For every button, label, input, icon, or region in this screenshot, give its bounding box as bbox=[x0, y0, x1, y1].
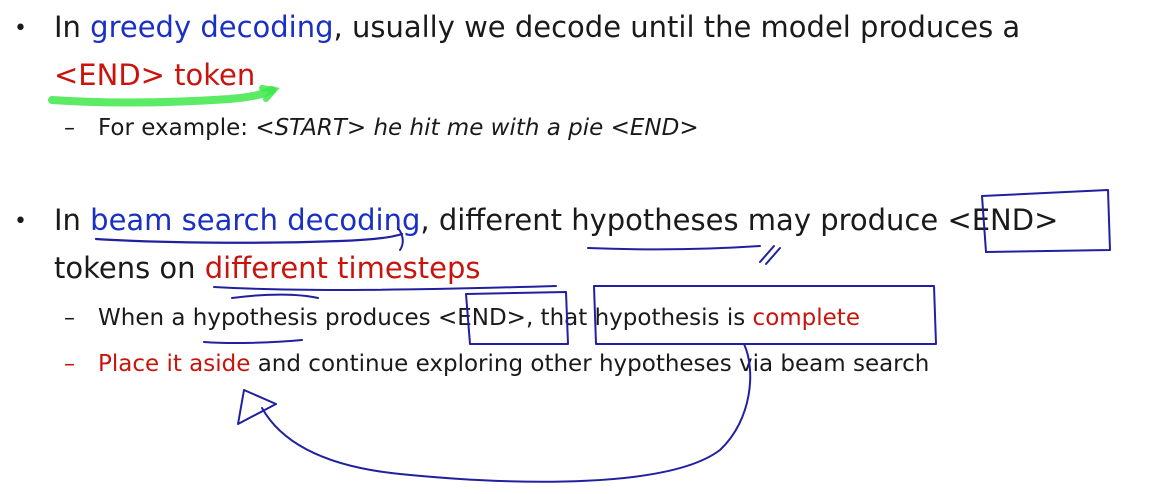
end-token: <END> bbox=[437, 305, 526, 331]
end-token: <END> bbox=[947, 203, 1059, 237]
sub-marker: – bbox=[64, 306, 75, 331]
sub-marker: – bbox=[64, 116, 75, 141]
slide: • In greedy decoding, usually we decode … bbox=[0, 0, 1154, 494]
hypotheses-word: hypotheses bbox=[571, 203, 739, 237]
bullet2-line2: tokens on different timesteps bbox=[54, 251, 481, 285]
bullet2-line1: In beam search decoding, different hypot… bbox=[54, 203, 1058, 237]
hypothesis-word: hypothesis bbox=[192, 305, 318, 331]
example-sequence: <START> he hit me with a pie <END> bbox=[255, 115, 699, 141]
bullet-marker: • bbox=[14, 209, 27, 234]
bullet1-sub1: For example: <START> he hit me with a pi… bbox=[98, 115, 699, 141]
term-greedy-decoding: greedy decoding bbox=[90, 10, 334, 44]
bullet-marker: • bbox=[14, 16, 27, 41]
text: For example: bbox=[98, 115, 256, 141]
underline-hypotheses bbox=[587, 245, 761, 251]
text: produces bbox=[317, 305, 438, 331]
text: In bbox=[54, 10, 91, 44]
bullet1-end-token: <END> token bbox=[54, 58, 256, 92]
underline-hypothesis-low bbox=[203, 339, 303, 345]
term-beam-search-decoding: beam search decoding bbox=[90, 203, 421, 237]
bullet2-sub1: When a hypothesis produces <END>, that h… bbox=[98, 305, 860, 331]
sub-marker: – bbox=[64, 352, 75, 377]
text: may produce bbox=[738, 203, 948, 237]
text: tokens on bbox=[54, 251, 205, 285]
complete-word: complete bbox=[752, 305, 860, 331]
loop-arrowhead bbox=[237, 389, 277, 425]
double-slash-mark bbox=[759, 245, 781, 265]
text: , different bbox=[420, 203, 572, 237]
text: In bbox=[54, 203, 91, 237]
bullet2-sub2: Place it aside and continue exploring ot… bbox=[98, 351, 929, 377]
text: and continue exploring other hypotheses … bbox=[250, 351, 930, 377]
underline-timesteps bbox=[213, 285, 557, 291]
green-arrowhead bbox=[259, 85, 280, 102]
underline-hypothesis bbox=[231, 293, 319, 299]
different-timesteps: different timesteps bbox=[204, 251, 481, 285]
text: When a bbox=[98, 305, 193, 331]
text: , usually we decode until the model prod… bbox=[333, 10, 1021, 44]
bullet1-line1: In greedy decoding, usually we decode un… bbox=[54, 10, 1020, 44]
place-it-aside: Place it aside bbox=[98, 351, 251, 377]
text: , that hypothesis is bbox=[525, 305, 753, 331]
